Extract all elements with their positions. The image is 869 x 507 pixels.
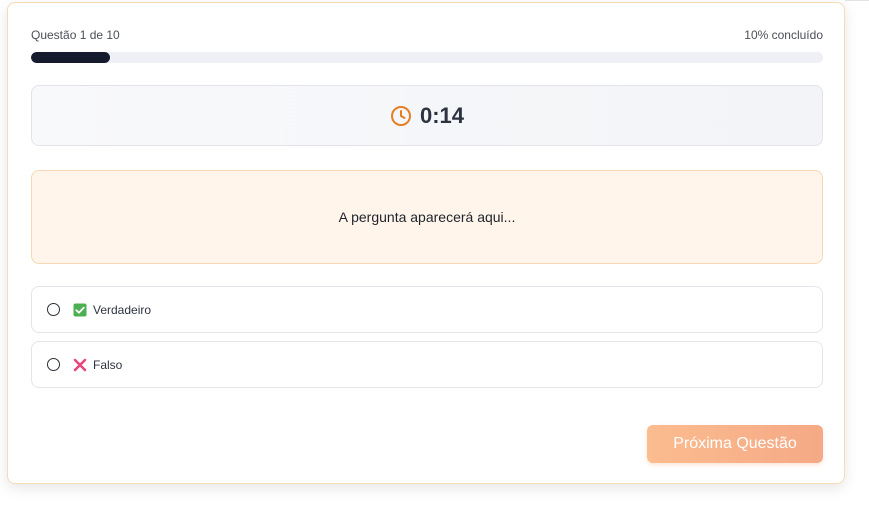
question-text: A pergunta aparecerá aqui... [338, 209, 516, 225]
quiz-page: Questão 1 de 10 10% concluído 0:14 A per… [0, 0, 869, 507]
divider [845, 0, 869, 1]
check-box-icon [73, 303, 87, 317]
question-counter: Questão 1 de 10 [31, 28, 120, 42]
option-false[interactable]: Falso [31, 341, 823, 388]
option-true[interactable]: Verdadeiro [31, 286, 823, 333]
next-question-button[interactable]: Próxima Questão [647, 425, 823, 463]
progress-header: Questão 1 de 10 10% concluído [31, 27, 823, 43]
clock-icon [390, 105, 412, 127]
timer: 0:14 [31, 85, 823, 146]
progress-bar [31, 52, 823, 63]
option-label: Verdadeiro [93, 302, 152, 317]
quiz-card: Questão 1 de 10 10% concluído 0:14 A per… [7, 2, 845, 484]
progress-fill [31, 52, 111, 63]
radio-button[interactable] [47, 303, 60, 316]
option-label: Falso [93, 357, 123, 372]
timer-value: 0:14 [419, 102, 465, 128]
progress-percent: 10% concluído [744, 28, 823, 42]
question-box: A pergunta aparecerá aqui... [31, 170, 823, 264]
cross-icon [73, 358, 87, 372]
radio-button[interactable] [47, 358, 60, 371]
